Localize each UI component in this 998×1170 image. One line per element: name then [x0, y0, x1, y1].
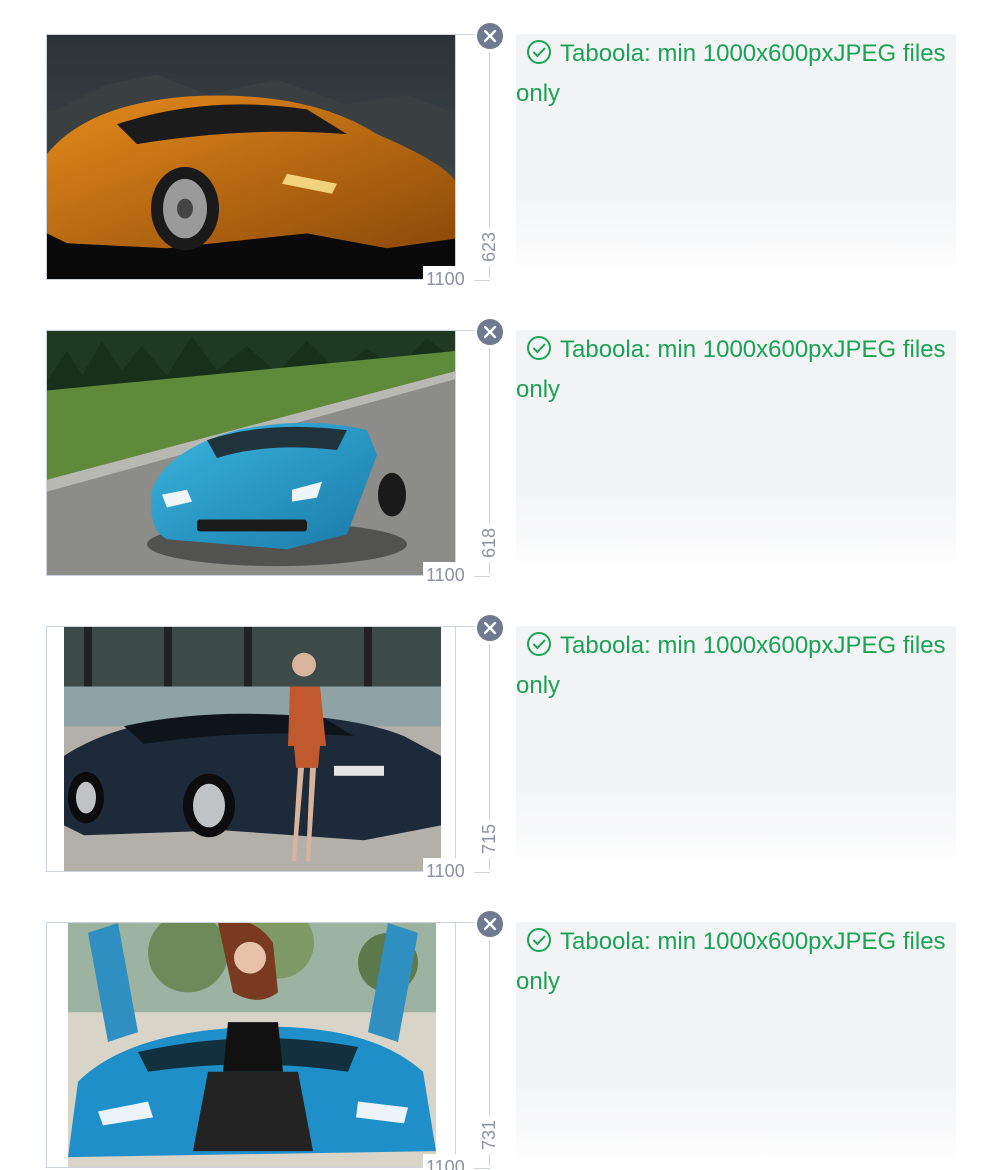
validation-panel: Taboola: min 1000x600pxJPEG files only: [516, 330, 956, 576]
remove-image-button[interactable]: [475, 21, 505, 51]
image-thumbnail[interactable]: [47, 331, 455, 575]
image-width-label: 1100: [423, 858, 468, 884]
check-circle-icon: [527, 632, 551, 656]
validation-message: Taboola: min 1000x600pxJPEG files only: [516, 336, 946, 403]
dimension-guide-top: [456, 34, 476, 35]
image-height-label: 623: [478, 228, 500, 266]
image-thumbnail-frame: [46, 626, 456, 872]
validation-message: Taboola: min 1000x600pxJPEG files only: [516, 40, 946, 107]
close-icon: [483, 917, 497, 931]
remove-image-button[interactable]: [475, 613, 505, 643]
remove-image-button[interactable]: [475, 317, 505, 347]
image-row: 1100 731 Taboola: min 1000x600pxJPEG fil…: [0, 888, 998, 1170]
image-height-label: 731: [478, 1116, 500, 1154]
close-icon: [483, 621, 497, 635]
dimension-guide-top: [456, 330, 476, 331]
width-dimension-line: [474, 1168, 490, 1169]
image-row: 1100 715 Taboola: min 1000x600pxJPEG fil…: [0, 592, 998, 888]
validation-panel: Taboola: min 1000x600pxJPEG files only: [516, 34, 956, 280]
check-circle-icon: [527, 928, 551, 952]
validation-panel: Taboola: min 1000x600pxJPEG files only: [516, 626, 956, 872]
close-icon: [483, 325, 497, 339]
image-thumbnail[interactable]: [47, 35, 455, 279]
image-width-label: 1100: [423, 562, 468, 588]
width-dimension-line: [474, 280, 490, 281]
image-thumbnail-frame: [46, 34, 456, 280]
dimension-guide-top: [456, 626, 476, 627]
remove-image-button[interactable]: [475, 909, 505, 939]
image-height-label: 618: [478, 524, 500, 562]
image-width-label: 1100: [423, 1154, 468, 1170]
image-thumbnail-frame: [46, 922, 456, 1168]
validation-message: Taboola: min 1000x600pxJPEG files only: [516, 928, 946, 995]
width-dimension-line: [474, 576, 490, 577]
image-height-label: 715: [478, 820, 500, 858]
validation-panel: Taboola: min 1000x600pxJPEG files only: [516, 922, 956, 1168]
check-circle-icon: [527, 336, 551, 360]
image-row: 1100 618 Taboola: min 1000x600pxJPEG fil…: [0, 296, 998, 592]
image-width-label: 1100: [423, 266, 468, 292]
image-thumbnail[interactable]: [68, 923, 436, 1167]
image-thumbnail[interactable]: [64, 627, 441, 871]
image-thumbnail-frame: [46, 330, 456, 576]
image-row: 1100 623 Taboola: min 1000x600pxJPEG fil…: [0, 0, 998, 296]
validation-message: Taboola: min 1000x600pxJPEG files only: [516, 632, 946, 699]
dimension-guide-top: [456, 922, 476, 923]
image-list: 1100 623 Taboola: min 1000x600pxJPEG fil…: [0, 0, 998, 1170]
check-circle-icon: [527, 40, 551, 64]
width-dimension-line: [474, 872, 490, 873]
close-icon: [483, 29, 497, 43]
